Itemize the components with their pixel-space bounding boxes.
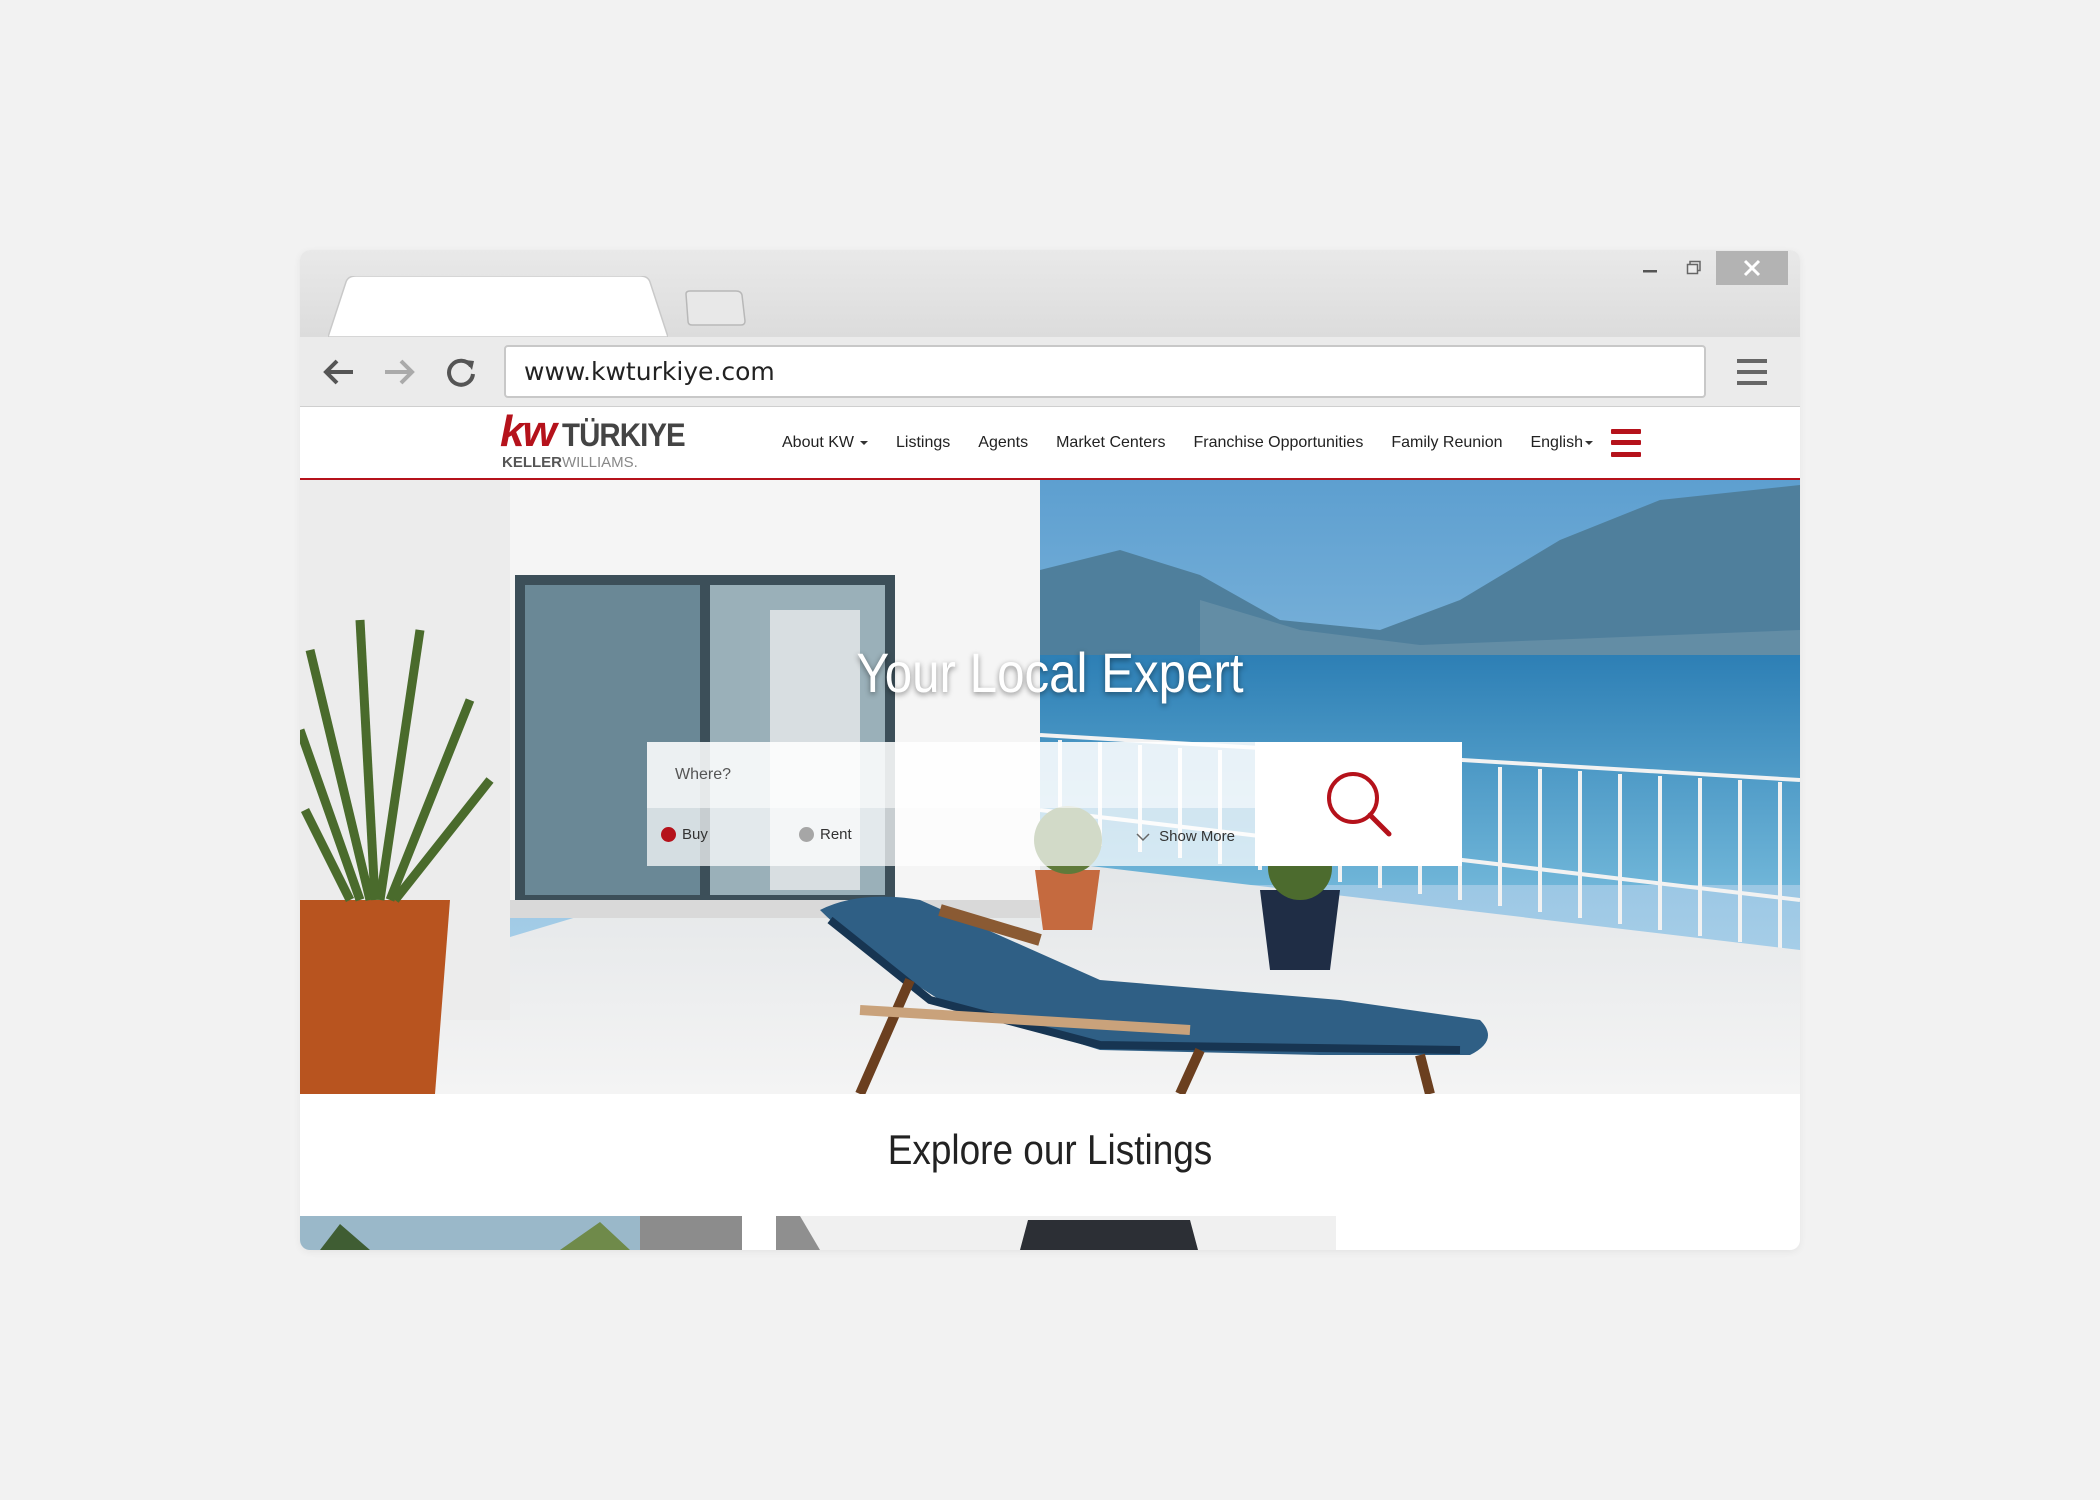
arrow-left-icon (323, 359, 353, 385)
close-icon (1743, 259, 1761, 277)
main-nav: About KW Listings Agents Market Centers … (782, 407, 1641, 478)
arrow-right-icon (385, 359, 415, 385)
nav-agents[interactable]: Agents (978, 434, 1028, 452)
nav-family-reunion[interactable]: Family Reunion (1391, 434, 1502, 452)
back-button[interactable] (316, 351, 362, 393)
browser-toolbar: www.kwturkiye.com (300, 337, 1800, 407)
nav-franchise-opportunities[interactable]: Franchise Opportunities (1193, 434, 1363, 452)
logo-kw: kw (500, 407, 557, 456)
logo-subtitle: KELLERWILLIAMS. (502, 454, 638, 471)
search-icon (1326, 772, 1391, 837)
logo-brand: TÜRKIYE (562, 417, 686, 453)
search-panel: Buy Rent Show More (647, 742, 1255, 866)
new-tab-button[interactable] (684, 290, 746, 326)
restore-icon (1686, 260, 1701, 275)
nav-listings[interactable]: Listings (896, 434, 950, 452)
reload-button[interactable] (438, 351, 484, 393)
radio-selected-icon (661, 827, 676, 842)
listing-thumbnails (300, 1216, 1800, 1250)
radio-unselected-icon (799, 827, 814, 842)
chevron-down-icon (1584, 440, 1593, 445)
nav-market-centers[interactable]: Market Centers (1056, 434, 1165, 452)
restore-button[interactable] (1672, 251, 1716, 285)
language-selector[interactable]: English (1530, 434, 1593, 452)
search-button[interactable] (1255, 742, 1462, 866)
reload-icon (447, 358, 475, 387)
browser-tab-active[interactable] (328, 276, 668, 337)
radio-buy[interactable]: Buy (661, 826, 708, 843)
minimize-button[interactable] (1628, 251, 1672, 285)
close-button[interactable] (1716, 251, 1788, 285)
location-search-input[interactable] (647, 742, 1255, 808)
kw-turkiye-logo[interactable]: kw TÜRKIYE KELLERWILLIAMS. (500, 407, 690, 473)
chevron-down-icon (1136, 832, 1150, 841)
explore-listings-title: Explore our Listings (887, 1126, 1213, 1173)
site-menu-icon[interactable] (1610, 428, 1641, 457)
hero-banner: Your Local Expert Buy Rent Show More (300, 480, 1800, 1094)
browser-window: www.kwturkiye.com kw TÜRKIYE KELLERWILLI… (300, 250, 1800, 1250)
radio-rent[interactable]: Rent (799, 826, 852, 843)
hero-title: Your Local Expert (856, 641, 1244, 704)
browser-menu-button[interactable] (1732, 353, 1772, 391)
show-more-toggle[interactable]: Show More (1135, 828, 1235, 845)
forward-button[interactable] (376, 351, 422, 393)
site-header: kw TÜRKIYE KELLERWILLIAMS. About KW List… (300, 407, 1800, 480)
chevron-down-icon (860, 440, 869, 445)
address-bar[interactable]: www.kwturkiye.com (504, 345, 1706, 398)
minimize-icon (1643, 270, 1657, 273)
tab-strip (300, 250, 1800, 337)
nav-about-kw[interactable]: About KW (782, 434, 869, 452)
hamburger-menu-icon (1737, 359, 1767, 385)
